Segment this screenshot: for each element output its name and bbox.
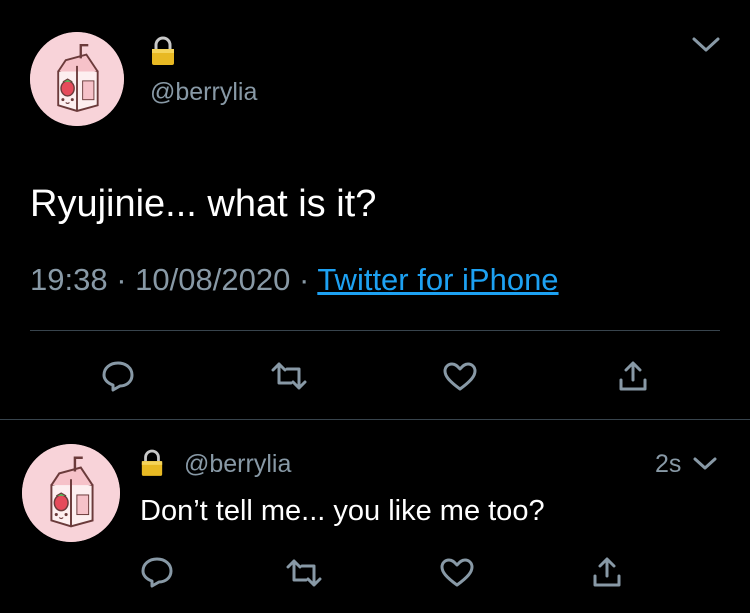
like-icon[interactable] [440,558,474,588]
divider [30,330,720,331]
tweet-time: 19:38 [30,262,108,297]
reply-timestamp: 2s [655,450,682,478]
reply-text: Don’t tell me... you like me too? [140,495,545,527]
tweet-text: Ryujinie... what is it? [30,183,377,225]
tweet-source-link[interactable]: Twitter for iPhone [317,262,558,297]
retweet-icon[interactable] [286,558,322,588]
tweet-meta: 19:38 · 10/08/2020 · Twitter for iPhone [30,262,559,298]
share-icon[interactable] [591,556,623,588]
username-handle[interactable]: @berrylia [184,450,291,479]
strawberry-milk-carton-icon [30,32,124,126]
lock-icon [140,449,164,477]
tweet-date: 10/08/2020 [135,262,291,297]
username-handle[interactable]: @berrylia [150,78,257,107]
chevron-down-icon[interactable] [692,455,718,473]
share-icon[interactable] [617,360,649,392]
divider [0,419,750,420]
avatar[interactable] [22,444,120,542]
meta-separator: · [116,262,127,297]
chevron-down-icon[interactable] [691,35,721,55]
strawberry-milk-carton-icon [22,444,120,542]
reply-icon[interactable] [101,360,135,392]
retweet-icon[interactable] [271,361,307,391]
meta-separator: · [298,262,310,297]
avatar[interactable] [30,32,124,126]
lock-icon [150,36,176,66]
like-icon[interactable] [443,362,477,392]
reply-icon[interactable] [140,556,174,588]
